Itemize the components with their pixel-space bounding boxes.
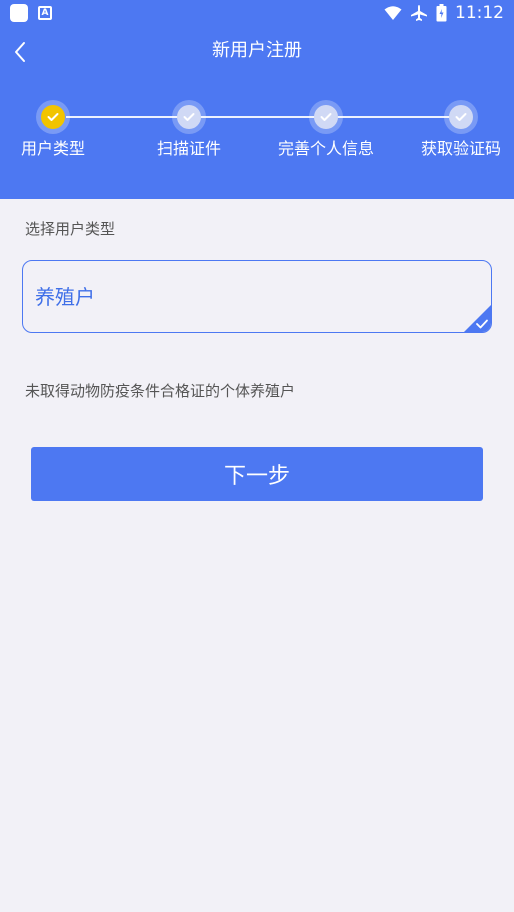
clock: 11:12 <box>455 3 504 23</box>
selected-check-icon <box>464 305 491 332</box>
keyboard-a-icon: A <box>38 6 52 20</box>
wifi-icon <box>384 6 402 20</box>
app-notification-icon <box>10 4 28 22</box>
next-step-button[interactable]: 下一步 <box>31 447 483 501</box>
step-label: 扫描证件 <box>156 139 221 158</box>
check-icon <box>47 113 59 121</box>
selected-user-type: 养殖户 <box>35 285 95 309</box>
check-icon <box>183 113 195 121</box>
status-bar: A 11:12 <box>0 0 514 26</box>
page-title: 新用户注册 <box>212 40 302 61</box>
step-label: 获取验证码 <box>420 139 501 158</box>
user-type-select[interactable]: 养殖户 <box>22 260 492 333</box>
header: 新用户注册 用户类型 扫描证件 完善个人信息 获取验证码 <box>0 26 514 199</box>
check-icon <box>455 113 467 121</box>
airplane-mode-icon <box>411 5 427 21</box>
user-type-description: 未取得动物防疫条件合格证的个体养殖户 <box>25 382 296 400</box>
step-user-type: 用户类型 <box>0 100 123 160</box>
step-personal-info: 完善个人信息 <box>256 100 396 160</box>
step-label: 用户类型 <box>20 139 85 158</box>
user-type-label: 选择用户类型 <box>25 220 116 238</box>
step-scan-document: 扫描证件 <box>119 100 259 160</box>
check-icon <box>320 113 332 121</box>
step-verification-code: 获取验证码 <box>391 100 514 160</box>
battery-icon <box>436 4 447 22</box>
step-label: 完善个人信息 <box>277 139 374 158</box>
